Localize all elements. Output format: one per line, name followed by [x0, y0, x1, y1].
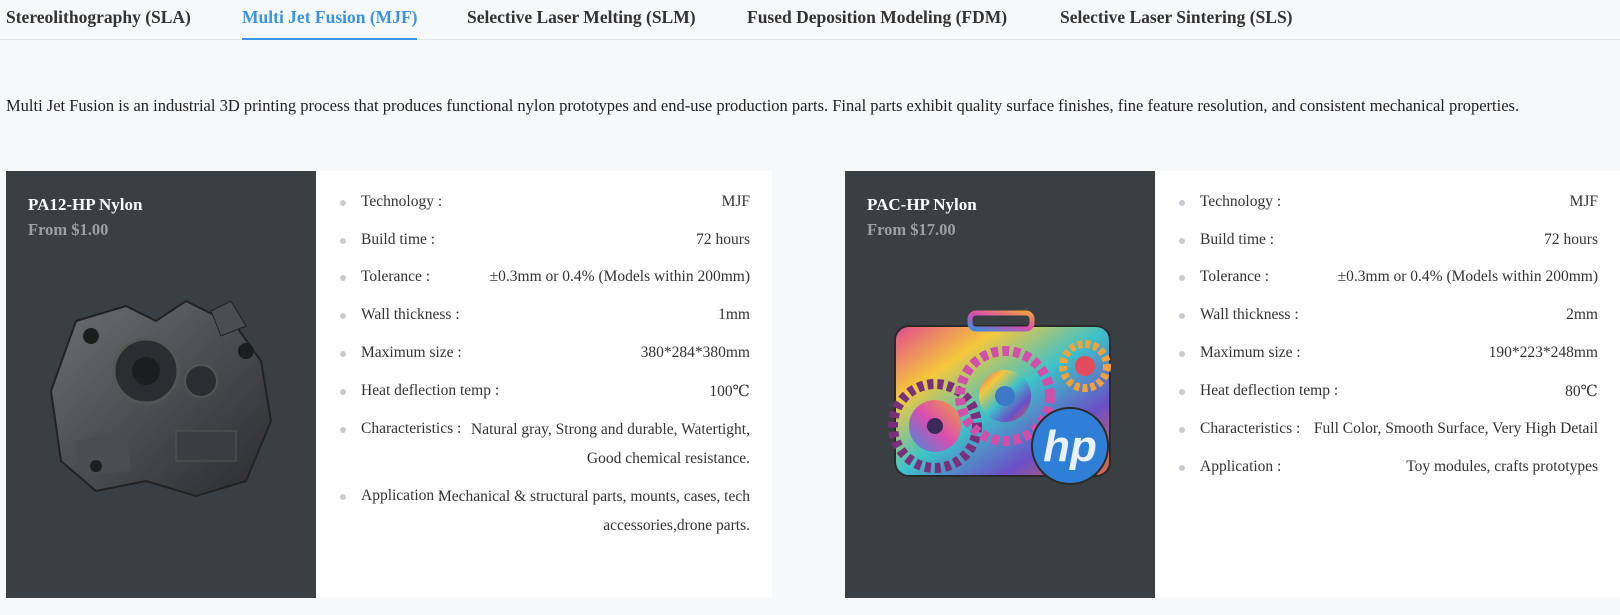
part-image-color-gears: hp — [888, 310, 1111, 485]
bullet-icon — [1179, 465, 1185, 471]
material-card-pa12: PA12-HP Nylon From $1.00 Technology : MJ… — [6, 171, 772, 598]
tab-sls[interactable]: Selective Laser Sintering (SLS) — [1060, 7, 1293, 40]
bullet-icon — [1179, 351, 1185, 357]
bullet-icon — [1179, 313, 1185, 319]
bullet-icon — [340, 427, 346, 433]
material-card-pac: PAC-HP Nylon From $17.00 hp Technology:… — [845, 171, 1620, 598]
bullet-icon — [1179, 389, 1185, 395]
material-name: PAC-HP Nylon — [867, 195, 977, 214]
material-specs: Technology : MJF Build time : 72 hours T… — [1155, 171, 1620, 598]
bullet-icon — [340, 494, 346, 500]
bullet-icon — [340, 351, 346, 357]
material-specs: Technology : MJF Build time : 72 hours T… — [316, 171, 772, 598]
process-description: Multi Jet Fusion is an industrial 3D pri… — [6, 96, 1520, 115]
tab-fdm[interactable]: Fused Deposition Modeling (FDM) — [747, 7, 1007, 40]
bullet-icon — [1179, 427, 1185, 433]
material-price: From $17.00 — [867, 220, 956, 239]
hp-logo-text: hp — [1043, 422, 1097, 471]
material-price: From $1.00 — [28, 220, 109, 239]
part-image-gray-nylon — [49, 299, 273, 498]
bullet-icon — [1179, 275, 1185, 281]
bullet-icon — [340, 200, 346, 206]
bullet-icon — [340, 238, 346, 244]
bullet-icon — [340, 313, 346, 319]
tab-slm[interactable]: Selective Laser Melting (SLM) — [467, 7, 696, 40]
process-tab-bar: Stereolithography (SLA) Multi Jet Fusion… — [0, 0, 1620, 40]
bullet-icon — [340, 389, 346, 395]
tab-sla[interactable]: Stereolithography (SLA) — [6, 7, 191, 40]
material-card-header: PAC-HP Nylon From $17.00 hp — [845, 171, 1155, 598]
bullet-icon — [1179, 238, 1185, 244]
bullet-icon — [1179, 200, 1185, 206]
bullet-icon — [340, 275, 346, 281]
tab-mjf[interactable]: Multi Jet Fusion (MJF) — [242, 7, 418, 40]
material-name: PA12-HP Nylon — [28, 195, 143, 214]
material-card-header: PA12-HP Nylon From $1.00 — [6, 171, 316, 598]
